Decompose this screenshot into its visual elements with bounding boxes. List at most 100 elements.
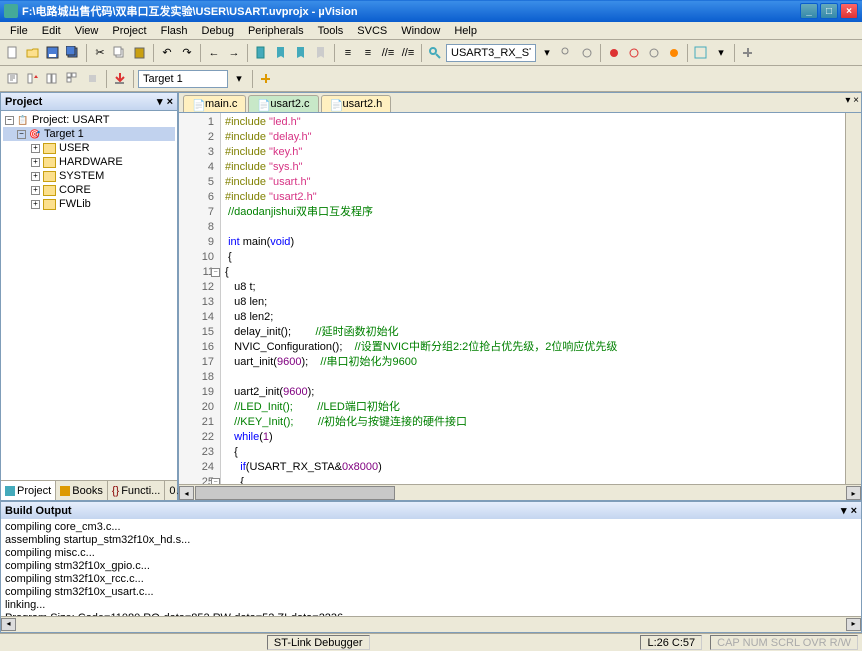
nav-back-icon[interactable]: ←	[205, 44, 223, 62]
scroll-right-icon[interactable]: ▸	[846, 486, 861, 500]
horizontal-scrollbar[interactable]: ◂ ▸	[179, 484, 861, 500]
code-line[interactable]: uart_init(9600); //串口初始化为9600	[225, 355, 841, 370]
code-line[interactable]: #include "led.h"	[225, 115, 841, 130]
incremental-find-icon[interactable]	[578, 44, 596, 62]
bookmark-prev-icon[interactable]	[272, 44, 290, 62]
code-line[interactable]: NVIC_Configuration(); //设置NVIC中断分组2:2位抢占…	[225, 340, 841, 355]
menu-view[interactable]: View	[69, 23, 105, 39]
menu-window[interactable]: Window	[395, 23, 446, 39]
paste-icon[interactable]	[131, 44, 149, 62]
menu-file[interactable]: File	[4, 23, 34, 39]
download-icon[interactable]	[111, 70, 129, 88]
tree-root[interactable]: − 📋 Project: USART	[3, 113, 175, 127]
translate-icon[interactable]	[4, 70, 22, 88]
breakpoint-enable-icon[interactable]	[645, 44, 663, 62]
code-line[interactable]: if(USART_RX_STA&0x8000)	[225, 460, 841, 475]
code-line[interactable]	[225, 370, 841, 385]
expand-icon[interactable]: +	[31, 186, 40, 195]
build-batch-icon[interactable]	[64, 70, 82, 88]
minimize-button[interactable]: _	[800, 3, 818, 19]
nav-forward-icon[interactable]: →	[225, 44, 243, 62]
code-line[interactable]: {	[225, 445, 841, 460]
scroll-left-icon[interactable]: ◂	[179, 486, 194, 500]
configure-icon[interactable]	[739, 44, 757, 62]
code-line[interactable]: #include "usart.h"	[225, 175, 841, 190]
save-all-icon[interactable]	[64, 44, 82, 62]
window-dropdown-icon[interactable]: ▾	[712, 44, 730, 62]
target-select[interactable]	[138, 70, 228, 88]
project-tree[interactable]: − 📋 Project: USART − 🎯 Target 1 +USER+HA…	[1, 111, 177, 480]
open-icon[interactable]	[24, 44, 42, 62]
code-line[interactable]	[225, 220, 841, 235]
panel-dropdown-icon[interactable]: ▾	[157, 95, 163, 108]
search-dropdown-icon[interactable]: ▾	[538, 44, 556, 62]
maximize-button[interactable]: □	[820, 3, 838, 19]
code-area[interactable]: 1234567891011−12131415161718192021222324…	[179, 113, 861, 484]
menu-project[interactable]: Project	[106, 23, 152, 39]
expand-icon[interactable]: +	[31, 144, 40, 153]
save-icon[interactable]	[44, 44, 62, 62]
editor-close-icon[interactable]: ▾ ×	[845, 95, 859, 106]
menu-edit[interactable]: Edit	[36, 23, 67, 39]
code-line[interactable]: {	[225, 250, 841, 265]
code[interactable]: #include "led.h"#include "delay.h"#inclu…	[221, 113, 845, 484]
window-icon[interactable]	[692, 44, 710, 62]
target-dropdown-icon[interactable]: ▾	[230, 70, 248, 88]
build-icon[interactable]	[24, 70, 42, 88]
tab-main-c[interactable]: 📄main.c	[183, 95, 246, 112]
code-line[interactable]: u8 t;	[225, 280, 841, 295]
bookmark-next-icon[interactable]	[292, 44, 310, 62]
collapse-icon[interactable]: −	[17, 130, 26, 139]
code-line[interactable]: {	[225, 475, 841, 484]
build-output-body[interactable]: compiling core_cm3.c...assembling startu…	[1, 519, 861, 616]
code-line[interactable]: #include "sys.h"	[225, 160, 841, 175]
new-icon[interactable]	[4, 44, 22, 62]
tab-functions[interactable]: {}Functi...	[108, 481, 165, 500]
menu-help[interactable]: Help	[448, 23, 483, 39]
code-line[interactable]: delay_init(); //延时函数初始化	[225, 325, 841, 340]
tab-usart2-h[interactable]: 📄usart2.h	[321, 95, 392, 112]
code-line[interactable]: //KEY_Init(); //初始化与按键连接的硬件接口	[225, 415, 841, 430]
options-icon[interactable]	[257, 70, 275, 88]
menu-tools[interactable]: Tools	[312, 23, 350, 39]
code-line[interactable]: int main(void)	[225, 235, 841, 250]
tree-folder-user[interactable]: +USER	[3, 141, 175, 155]
menu-debug[interactable]: Debug	[196, 23, 240, 39]
rebuild-icon[interactable]	[44, 70, 62, 88]
tab-books[interactable]: Books	[56, 481, 108, 500]
bookmark-clear-icon[interactable]	[312, 44, 330, 62]
comment-icon[interactable]: //≡	[379, 44, 397, 62]
code-line[interactable]: uart2_init(9600);	[225, 385, 841, 400]
tab-usart2-c[interactable]: 📄usart2.c	[248, 95, 318, 112]
code-line[interactable]: u8 len;	[225, 295, 841, 310]
code-line[interactable]: #include "delay.h"	[225, 130, 841, 145]
code-line[interactable]: while(1)	[225, 430, 841, 445]
debug-icon[interactable]	[605, 44, 623, 62]
close-button[interactable]: ×	[840, 3, 858, 19]
code-line[interactable]: #include "key.h"	[225, 145, 841, 160]
code-line[interactable]: //daodanjishui双串口互发程序	[225, 205, 841, 220]
panel-close-icon[interactable]: ×	[167, 96, 173, 108]
menu-svcs[interactable]: SVCS	[351, 23, 393, 39]
build-close-icon[interactable]: ×	[851, 505, 857, 517]
outdent-icon[interactable]: ≡	[359, 44, 377, 62]
breakpoint-icon[interactable]	[625, 44, 643, 62]
copy-icon[interactable]	[111, 44, 129, 62]
tree-folder-hardware[interactable]: +HARDWARE	[3, 155, 175, 169]
redo-icon[interactable]: ↷	[178, 44, 196, 62]
tree-target[interactable]: − 🎯 Target 1	[3, 127, 175, 141]
uncomment-icon[interactable]: //≡	[399, 44, 417, 62]
tab-project[interactable]: Project	[1, 481, 56, 500]
cut-icon[interactable]: ✂	[91, 44, 109, 62]
find-in-files-icon[interactable]	[558, 44, 576, 62]
menu-flash[interactable]: Flash	[155, 23, 194, 39]
tree-folder-system[interactable]: +SYSTEM	[3, 169, 175, 183]
breakpoint-kill-icon[interactable]	[665, 44, 683, 62]
undo-icon[interactable]: ↶	[158, 44, 176, 62]
expand-icon[interactable]: +	[31, 158, 40, 167]
find-icon[interactable]	[426, 44, 444, 62]
stop-build-icon[interactable]	[84, 70, 102, 88]
fold-icon[interactable]: −	[211, 268, 220, 277]
menu-peripherals[interactable]: Peripherals	[242, 23, 310, 39]
build-dropdown-icon[interactable]: ▾	[841, 504, 847, 517]
